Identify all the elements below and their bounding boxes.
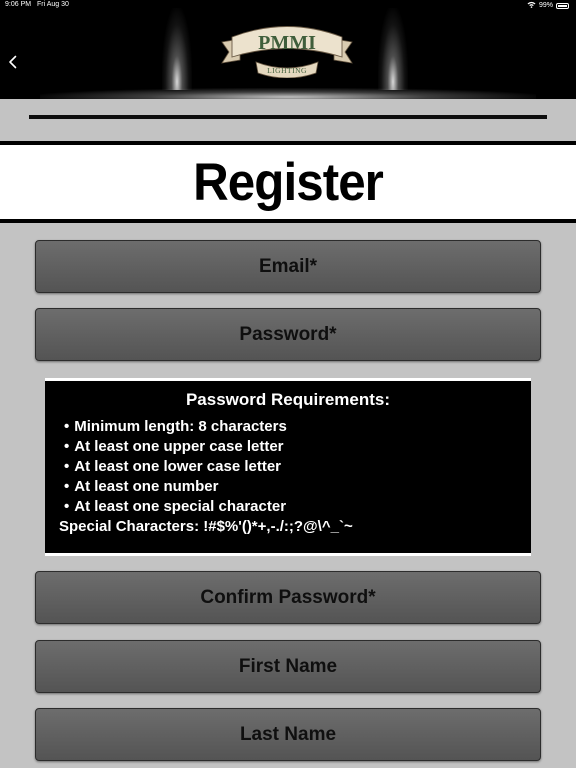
battery-icon — [556, 2, 569, 9]
email-field[interactable]: Email* — [35, 240, 541, 293]
requirement-item: Minimum length: 8 characters — [64, 417, 531, 437]
logo-top-text: PMMI — [258, 32, 316, 54]
confirm-password-placeholder: Confirm Password* — [200, 586, 376, 608]
title-band: Register — [0, 141, 576, 223]
back-button[interactable] — [2, 50, 24, 74]
password-field[interactable]: Password* — [35, 308, 541, 361]
chevron-left-icon — [9, 55, 17, 69]
requirement-item: At least one lower case letter — [64, 457, 531, 477]
status-date: Fri Aug 30 — [37, 1, 69, 8]
battery-percent: 99% — [538, 2, 553, 9]
special-characters-text: Special Characters: !#$%'()*+,-./:;?@\^_… — [59, 518, 353, 535]
last-name-field[interactable]: Last Name — [35, 708, 541, 761]
spotlight-left — [162, 8, 192, 90]
first-name-field[interactable]: First Name — [35, 640, 541, 693]
email-placeholder: Email* — [258, 255, 318, 277]
last-name-placeholder: Last Name — [239, 723, 337, 745]
logo-bottom-text: LIGHTING — [267, 66, 307, 75]
confirm-password-field[interactable]: Confirm Password* — [35, 571, 541, 624]
pmmi-lighting-logo: PMMI LIGHTING — [221, 26, 353, 78]
status-indicators: 99% — [527, 1, 569, 10]
status-time: 9:06 PM — [5, 1, 32, 8]
header-divider — [29, 115, 547, 119]
requirements-title: Password Requirements: — [185, 390, 391, 409]
requirements-list: Minimum length: 8 characters At least on… — [45, 417, 531, 517]
password-placeholder: Password* — [239, 323, 337, 345]
requirement-item: At least one number — [64, 477, 531, 497]
spotlight-right — [378, 8, 408, 90]
wifi-icon — [527, 1, 536, 10]
requirement-item: At least one upper case letter — [64, 437, 531, 457]
stage-glow — [40, 88, 536, 99]
password-requirements-box: Password Requirements: Minimum length: 8… — [45, 378, 531, 556]
app-header: 9:06 PM Fri Aug 30 99% PMMI LIGHTING — [0, 0, 576, 99]
requirement-item: At least one special character — [64, 497, 531, 517]
page-title: Register — [193, 152, 384, 212]
first-name-placeholder: First Name — [238, 655, 338, 677]
